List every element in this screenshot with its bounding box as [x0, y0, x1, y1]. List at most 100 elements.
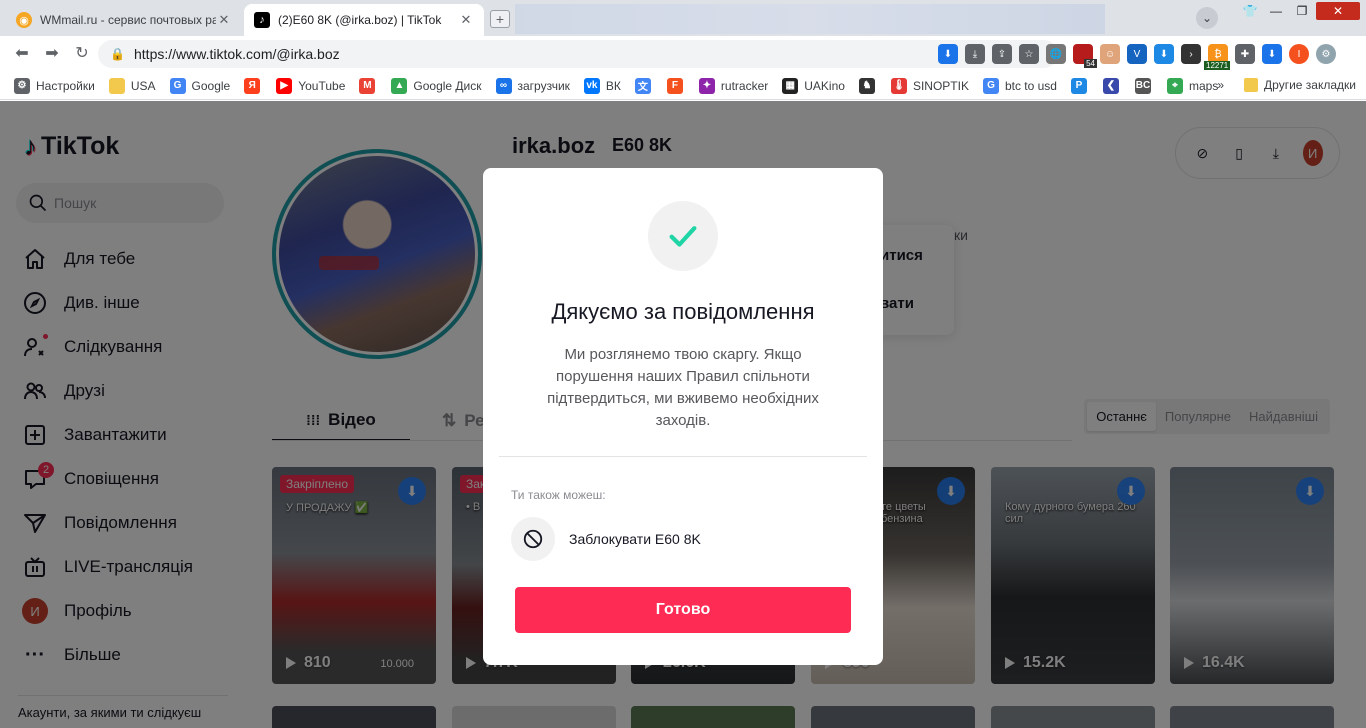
other-bookmarks[interactable]: » Другие закладки: [1217, 78, 1356, 92]
other-bookmarks-label: Другие закладки: [1264, 78, 1356, 92]
bookmark-item[interactable]: P: [1070, 77, 1093, 94]
f-icon: F: [666, 77, 683, 94]
lock-icon: 🔒: [110, 47, 125, 61]
bookmark-label: btc to usd: [1004, 78, 1057, 93]
share-icon[interactable]: ⇪: [992, 44, 1012, 64]
close-tab-icon[interactable]: ✕: [216, 12, 232, 28]
thermo-icon: 🌡: [890, 77, 907, 94]
block-user-option[interactable]: Заблокувати E60 8K: [511, 517, 701, 561]
also-can-label: Ти також можеш:: [511, 488, 606, 502]
bookmark-item[interactable]: ∞ загрузчик: [495, 77, 570, 94]
success-check: [648, 201, 718, 271]
btc-badge-count: 12271: [1204, 61, 1231, 70]
bookmark-item[interactable]: vk ВК: [583, 77, 621, 94]
vk-icon: vk: [583, 77, 600, 94]
dialog-divider: [499, 456, 867, 457]
bookmark-item[interactable]: G Google: [169, 77, 231, 94]
bookmark-label: rutracker: [720, 78, 769, 93]
bookmark-item[interactable]: ⌖ maps: [1166, 77, 1219, 94]
ext-badge-icon[interactable]: 54: [1073, 44, 1097, 68]
bookmark-label: maps: [1188, 78, 1219, 93]
done-button[interactable]: Готово: [515, 587, 851, 633]
wmmail-favicon-icon: ◉: [16, 12, 32, 28]
window-controls: 👕 — ❐ ✕: [1238, 2, 1360, 20]
google-icon: G: [982, 77, 999, 94]
pin-icon[interactable]: 👕: [1238, 2, 1262, 20]
bookmark-item[interactable]: ▲ Google Диск: [391, 77, 482, 94]
new-tab-button[interactable]: +: [490, 10, 510, 28]
bookmark-item[interactable]: Я: [244, 77, 266, 94]
terminal-icon[interactable]: ›: [1181, 44, 1201, 64]
bookmark-item[interactable]: 🌡 SINOPTIK: [890, 77, 969, 94]
browser-tabbar: ◉ WMmail.ru - сервис почтовых рас ✕ ♪ (2…: [0, 0, 1366, 36]
forward-icon[interactable]: ➡: [42, 44, 62, 64]
yandex-icon: Я: [244, 77, 261, 94]
window-close-icon[interactable]: ✕: [1316, 2, 1360, 20]
address-bar[interactable]: 🔒 https://www.tiktok.com/@irka.boz: [98, 40, 1058, 68]
dialog-message: Ми розглянемо твою скаргу. Якщо порушенн…: [547, 346, 819, 429]
tiktok-favicon-icon: ♪: [254, 12, 270, 28]
bookmark-label: Настройки: [36, 78, 95, 93]
folder-icon: [1244, 78, 1259, 92]
more-bookmarks-icon[interactable]: »: [1217, 78, 1224, 92]
bookmark-item[interactable]: ✦ rutracker: [698, 77, 769, 94]
bookmark-item[interactable]: Gbtc to usd: [982, 77, 1057, 94]
bookmark-item[interactable]: ⚙ Настройки: [14, 77, 95, 94]
tab-title: (2)E60 8K (@irka.boz) | TikTok: [278, 13, 442, 27]
block-icon: [511, 517, 555, 561]
report-thanks-dialog: Дякуємо за повідомлення Ми розглянемо тв…: [483, 168, 883, 665]
youtube-icon: ▶: [276, 77, 293, 94]
bookmark-label: загрузчик: [517, 78, 570, 93]
profile-avatar[interactable]: I: [1289, 44, 1309, 64]
bookmark-label: SINOPTIK: [912, 78, 969, 93]
arrow-icon: ❮: [1102, 77, 1119, 94]
drive-icon: ▲: [391, 77, 408, 94]
background-tabs[interactable]: [515, 4, 1105, 34]
tab-search-icon[interactable]: ⌄: [1196, 7, 1218, 29]
browser-toolbar: ⬅ ➡ ↻ 🔒 https://www.tiktok.com/@irka.boz…: [0, 36, 1366, 72]
bookmark-label: USA: [130, 78, 156, 93]
folder-icon: [108, 77, 125, 94]
link-icon: ∞: [495, 77, 512, 94]
bookmark-item[interactable]: ▶ YouTube: [276, 77, 345, 94]
bookmark-item[interactable]: BC: [1134, 77, 1157, 94]
bookmark-star-icon[interactable]: ☆: [1019, 44, 1039, 64]
bookmark-label: Google: [191, 78, 231, 93]
p-icon: P: [1070, 77, 1087, 94]
back-icon[interactable]: ⬅: [12, 44, 32, 64]
download-icon[interactable]: ⬇: [938, 44, 958, 64]
menu-icon[interactable]: ⚙: [1316, 44, 1336, 64]
bookmark-label: UAKino: [804, 78, 845, 93]
browser-tab-wmmail[interactable]: ◉ WMmail.ru - сервис почтовых рас ✕: [6, 4, 242, 36]
browser-tab-tiktok[interactable]: ♪ (2)E60 8K (@irka.boz) | TikTok ✕: [244, 4, 484, 36]
bookmark-item[interactable]: ❮: [1102, 77, 1125, 94]
bookmark-item[interactable]: 文: [634, 77, 657, 94]
maximize-icon[interactable]: ❐: [1290, 2, 1314, 20]
translate-icon: 文: [634, 77, 651, 94]
bookmark-item[interactable]: M: [359, 77, 381, 94]
tab-title: WMmail.ru - сервис почтовых рас: [40, 13, 216, 27]
star-icon: ✦: [698, 77, 715, 94]
dialog-title: Дякуємо за повідомлення: [551, 299, 815, 324]
globe-icon[interactable]: 🌐: [1046, 44, 1066, 64]
reload-icon[interactable]: ↻: [72, 44, 92, 64]
url-text: https://www.tiktok.com/@irka.boz: [134, 46, 340, 62]
bookmark-item[interactable]: ♞: [858, 77, 881, 94]
bookmark-item[interactable]: USA: [108, 77, 156, 94]
install-icon[interactable]: ⤓: [965, 44, 985, 64]
close-tab-icon[interactable]: ✕: [458, 12, 474, 28]
bitcoin-icon[interactable]: ₿ 12271: [1204, 44, 1231, 70]
extension-icons: ⬇ ⤓ ⇪ ☆ 🌐 54 ☺ V ⬇ › ₿ 12271 ✚ ⬇ I ⚙: [938, 44, 1336, 70]
bookmark-item[interactable]: F: [666, 77, 689, 94]
save-icon[interactable]: ⬇: [1154, 44, 1174, 64]
minimize-icon[interactable]: —: [1264, 2, 1288, 20]
v-icon[interactable]: V: [1127, 44, 1147, 64]
extensions-puzzle-icon[interactable]: ✚: [1235, 44, 1255, 64]
downloads-icon[interactable]: ⬇: [1262, 44, 1282, 64]
google-icon: G: [169, 77, 186, 94]
bc-icon: BC: [1134, 77, 1151, 94]
ext-badge-count: 54: [1084, 59, 1097, 68]
bookmark-item[interactable]: ▦ UAKino: [782, 77, 845, 94]
face-icon[interactable]: ☺: [1100, 44, 1120, 64]
block-user-label: Заблокувати E60 8K: [569, 531, 701, 547]
